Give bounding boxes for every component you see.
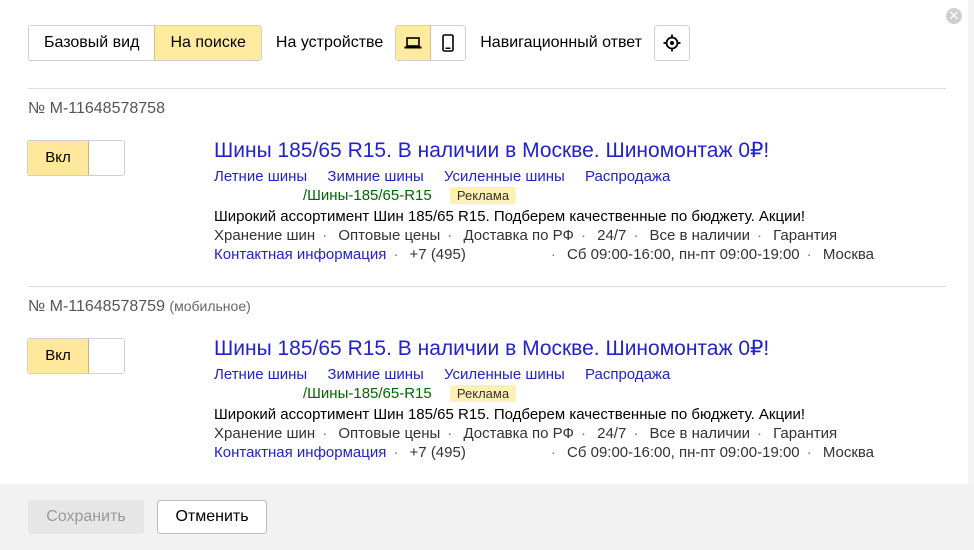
contact-link[interactable]: Контактная информация xyxy=(214,444,386,461)
feature: Доставка по РФ xyxy=(463,425,574,442)
sitelink[interactable]: Распродажа xyxy=(585,168,670,185)
base-view-button[interactable]: Базовый вид xyxy=(29,26,155,60)
ad-description: Широкий ассортимент Шин 185/65 R15. Подб… xyxy=(214,406,806,423)
feature: Гарантия xyxy=(773,425,838,442)
laptop-icon xyxy=(404,37,422,49)
save-button[interactable]: Сохранить xyxy=(28,500,144,534)
close-icon[interactable]: ✕ xyxy=(946,8,962,24)
ad-number-sub: (мобильное) xyxy=(169,298,251,314)
feature: Доставка по РФ xyxy=(463,227,574,244)
feature: Оптовые цены xyxy=(338,227,441,244)
divider xyxy=(28,88,946,89)
ad-preview: Шины 185/65 R15. В наличии в Москве. Шин… xyxy=(214,336,949,461)
sitelink[interactable]: Усиленные шины xyxy=(444,168,565,185)
url-line: /Шины-185/65-R15 Реклама xyxy=(214,187,949,204)
toggle-knob xyxy=(89,141,124,175)
feature: Гарантия xyxy=(773,227,838,244)
sitelink[interactable]: Летние шины xyxy=(214,168,307,185)
feature: Все в наличии xyxy=(649,425,750,442)
ad-title[interactable]: Шины 185/65 R15. В наличии в Москве. Шин… xyxy=(214,336,949,362)
toggle-on-label: Вкл xyxy=(28,339,89,373)
feature: 24/7 xyxy=(597,227,627,244)
divider xyxy=(28,286,946,287)
nav-answer-button[interactable] xyxy=(653,25,690,61)
device-switch xyxy=(395,25,467,61)
ad-toggle[interactable]: Вкл xyxy=(27,338,125,374)
target-icon xyxy=(663,34,681,52)
nav-answer-label: Навигационный ответ xyxy=(480,34,642,51)
view-mode-switch: Базовый вид На поиске xyxy=(28,25,262,61)
ad-contact: Контактная информация · +7 (495) · Сб 09:0… xyxy=(214,444,875,461)
preview-toolbar: Базовый вид На поиске На устройстве Нави… xyxy=(28,25,690,61)
ad-number-text: № М-11648578758 xyxy=(28,100,165,117)
hours: Сб 09:00-16:00, пн-пт 09:00-19:00 xyxy=(567,444,800,461)
ad-description: Широкий ассортимент Шин 185/65 R15. Подб… xyxy=(214,208,806,225)
toggle-knob xyxy=(89,339,124,373)
window-edge xyxy=(968,0,974,550)
contact-link[interactable]: Контактная информация xyxy=(214,246,386,263)
ad-features: Хранение шин · Оптовые цены · Доставка по … xyxy=(214,227,838,244)
sitelink[interactable]: Летние шины xyxy=(214,366,307,383)
device-label: На устройстве xyxy=(275,34,384,51)
city: Москва xyxy=(822,444,875,461)
sitelink[interactable]: Зимние шины xyxy=(327,366,423,383)
phone-icon xyxy=(442,34,455,52)
feature: Хранение шин xyxy=(214,227,316,244)
url-line: /Шины-185/65-R15 Реклама xyxy=(214,385,949,402)
ad-number: № М-11648578758 xyxy=(28,100,165,118)
mobile-button[interactable] xyxy=(431,26,466,60)
sitelinks: Летние шины Зимние шины Усиленные шины Р… xyxy=(214,168,949,185)
ad-badge: Реклама xyxy=(449,385,517,402)
ad-number-text: № М-11648578759 xyxy=(28,298,165,315)
city: Москва xyxy=(822,246,875,263)
on-search-button[interactable]: На поиске xyxy=(154,26,261,60)
display-url[interactable]: /Шины-185/65-R15 xyxy=(303,385,432,402)
display-url[interactable]: /Шины-185/65-R15 xyxy=(303,187,432,204)
ad-contact: Контактная информация · +7 (495) · Сб 09:0… xyxy=(214,246,875,263)
sitelink[interactable]: Зимние шины xyxy=(327,168,423,185)
desktop-button[interactable] xyxy=(396,26,432,60)
feature: Хранение шин xyxy=(214,425,316,442)
sitelink[interactable]: Усиленные шины xyxy=(444,366,565,383)
cancel-button[interactable]: Отменить xyxy=(157,500,267,534)
ad-title[interactable]: Шины 185/65 R15. В наличии в Москве. Шин… xyxy=(214,138,949,164)
phone: +7 (495) xyxy=(409,444,466,461)
ad-number: № М-11648578759 (мобильное) xyxy=(28,298,251,316)
phone: +7 (495) xyxy=(409,246,466,263)
footer-bar: Сохранить Отменить xyxy=(0,484,974,550)
feature: Оптовые цены xyxy=(338,425,441,442)
toggle-on-label: Вкл xyxy=(28,141,89,175)
sitelinks: Летние шины Зимние шины Усиленные шины Р… xyxy=(214,366,949,383)
sitelink[interactable]: Распродажа xyxy=(585,366,670,383)
feature: 24/7 xyxy=(597,425,627,442)
ad-toggle[interactable]: Вкл xyxy=(27,140,125,176)
ad-preview: Шины 185/65 R15. В наличии в Москве. Шин… xyxy=(214,138,949,263)
hours: Сб 09:00-16:00, пн-пт 09:00-19:00 xyxy=(567,246,800,263)
ad-badge: Реклама xyxy=(449,187,517,204)
feature: Все в наличии xyxy=(649,227,750,244)
ad-features: Хранение шин · Оптовые цены · Доставка по … xyxy=(214,425,838,442)
